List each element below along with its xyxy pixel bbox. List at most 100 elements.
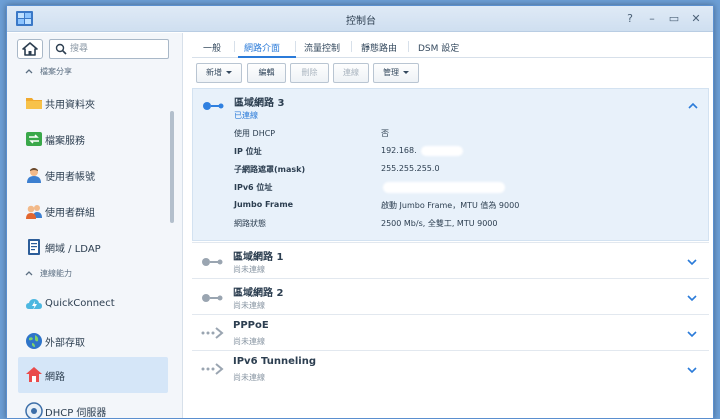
tab-network-interface[interactable]: 網路介面 [244, 41, 280, 54]
sidebar-item-domain-ldap[interactable]: 網域 / LDAP [18, 229, 168, 265]
connect-button[interactable]: 連線 [333, 63, 369, 83]
dhcp-server-icon [25, 402, 43, 418]
interface-status: 尚未連線 [233, 301, 265, 310]
edit-button[interactable]: 編輯 [247, 63, 286, 83]
sidebar-item-label: 外部存取 [45, 338, 85, 349]
connected-interface-icon [203, 102, 224, 110]
detail-value-network-status: 2500 Mb/s, 全雙工, MTU 9000 [381, 219, 498, 228]
delete-button-label: 刪除 [301, 68, 318, 77]
detail-key-ipv6: IPv6 位址 [234, 183, 273, 192]
interface-pppoe[interactable]: PPPoE 尚未連線 [192, 314, 709, 350]
chevron-up-icon[interactable] [687, 101, 699, 111]
file-services-icon [26, 132, 42, 146]
edit-button-label: 編輯 [258, 68, 275, 77]
sidebar-item-user[interactable]: 使用者帳號 [18, 157, 168, 193]
tunnel-interface-icon [201, 327, 224, 339]
tab-separator [234, 41, 235, 52]
sidebar-item-label: 共用資料夾 [45, 100, 95, 111]
chevron-down-icon[interactable] [686, 329, 698, 339]
interface-lan1[interactable]: 區域網路 1 尚未連線 [192, 242, 709, 278]
sidebar-item-network[interactable]: 網路 [18, 357, 168, 393]
detail-key-jumbo-frame: Jumbo Frame [234, 200, 294, 209]
section-file-sharing[interactable]: 檔案分享 [7, 63, 182, 81]
close-icon[interactable]: ✕ [687, 10, 705, 28]
detail-value-dhcp: 否 [381, 129, 389, 138]
delete-button[interactable]: 刪除 [290, 63, 329, 83]
sidebar-item-label: DHCP 伺服器 [45, 408, 107, 419]
interface-name: 區域網路 2 [233, 288, 284, 299]
search-box[interactable] [49, 39, 169, 59]
section-label: 檔案分享 [40, 67, 72, 76]
disconnected-interface-icon [202, 294, 223, 302]
chevron-down-icon[interactable] [686, 257, 698, 267]
home-button[interactable] [17, 39, 43, 59]
minimize-icon[interactable]: – [643, 10, 661, 28]
create-button-label: 新增 [206, 68, 222, 77]
sidebar-item-quickconnect[interactable]: QuickConnect [18, 287, 168, 323]
maximize-icon[interactable]: ▭ [665, 10, 683, 28]
sidebar-item-label: 檔案服務 [45, 136, 85, 147]
detail-key-network-status: 網路狀態 [234, 219, 266, 228]
chevron-up-icon [25, 271, 33, 276]
disconnected-interface-icon [202, 258, 223, 266]
interface-lan3[interactable]: 區域網路 3 已連線 使用 DHCP 否 IP 位址 192.168. 子網路遮… [192, 88, 709, 241]
tab-static-route[interactable]: 靜態路由 [361, 41, 397, 54]
group-icon [26, 205, 42, 219]
manage-button-label: 管理 [383, 68, 399, 77]
interface-lan2[interactable]: 區域網路 2 尚未連線 [192, 278, 709, 314]
tab-separator [408, 41, 409, 52]
interface-status: 尚未連線 [233, 337, 265, 346]
sidebar-item-label: 網域 / LDAP [45, 244, 101, 255]
detail-value-jumbo-frame: 啟動 Jumbo Frame，MTU 值為 9000 [381, 201, 520, 210]
sidebar-item-label: QuickConnect [45, 298, 115, 309]
chevron-down-icon[interactable] [686, 365, 698, 375]
tab-dsm-settings[interactable]: DSM 設定 [418, 41, 459, 54]
manage-button[interactable]: 管理 [373, 63, 419, 83]
search-input[interactable] [70, 42, 165, 56]
sidebar-item-shared-folder[interactable]: 共用資料夾 [18, 85, 168, 121]
sidebar-item-external-access[interactable]: 外部存取 [18, 323, 168, 359]
create-button[interactable]: 新增 [196, 63, 242, 83]
interface-status: 尚未連線 [233, 373, 265, 382]
detail-value-ip: 192.168. [381, 146, 417, 155]
interface-ipv6-tunneling[interactable]: IPv6 Tunneling 尚未連線 [192, 350, 709, 386]
tab-separator [351, 41, 352, 52]
user-icon [27, 168, 41, 183]
interface-name: 區域網路 1 [233, 252, 284, 263]
active-tab-indicator [238, 56, 296, 58]
chevron-up-icon [25, 69, 33, 74]
detail-key-subnet-mask: 子網路遮罩(mask) [234, 165, 306, 174]
window-title: 控制台 [346, 16, 376, 27]
detail-value-subnet-mask: 255.255.255.0 [381, 164, 440, 173]
sidebar-item-dhcp-server[interactable]: DHCP 伺服器 [18, 393, 168, 419]
sidebar-item-file-services[interactable]: 檔案服務 [18, 121, 168, 157]
interface-status: 已連線 [234, 111, 258, 120]
home-icon [22, 42, 38, 56]
interface-status: 尚未連線 [233, 265, 265, 274]
sidebar-item-label: 使用者群組 [45, 208, 95, 219]
sidebar-item-label: 使用者帳號 [45, 172, 95, 183]
sidebar-item-group[interactable]: 使用者群組 [18, 193, 168, 229]
connect-button-label: 連線 [343, 68, 359, 77]
dropdown-caret-icon [226, 71, 232, 74]
interface-name: IPv6 Tunneling [233, 356, 317, 367]
network-icon [26, 367, 42, 382]
search-icon [55, 43, 67, 55]
section-connectivity[interactable]: 連線能力 [7, 265, 182, 283]
tab-general[interactable]: 一般 [203, 41, 221, 54]
help-icon[interactable]: ? [621, 10, 639, 28]
sidebar-item-label: 網路 [45, 372, 65, 383]
redacted-ip-mask [421, 146, 463, 156]
external-access-icon [26, 333, 42, 349]
sidebar-scrollbar[interactable] [170, 111, 174, 223]
chevron-down-icon[interactable] [686, 293, 698, 303]
domain-ldap-icon [28, 239, 40, 255]
shared-folder-icon [26, 98, 42, 109]
interface-name: PPPoE [233, 320, 269, 331]
redacted-ipv6-mask [383, 182, 505, 193]
tab-separator [295, 41, 296, 52]
quickconnect-icon [26, 299, 42, 310]
tunnel-interface-icon [201, 363, 224, 375]
dropdown-caret-icon [403, 71, 409, 74]
tab-traffic-control[interactable]: 流量控制 [304, 41, 340, 54]
